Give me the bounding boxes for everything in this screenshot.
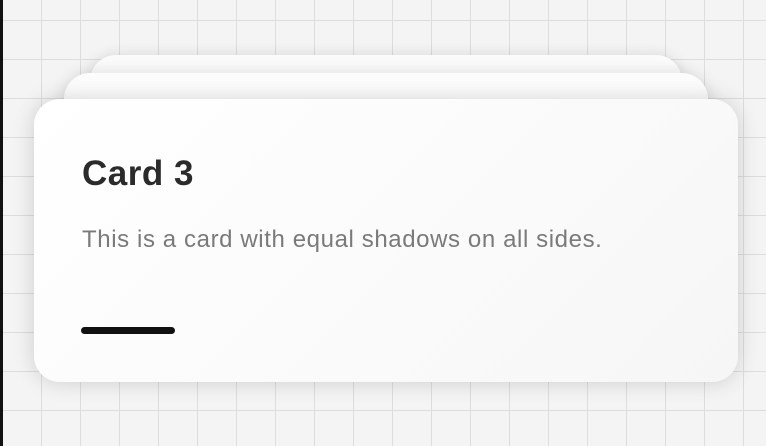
card-3[interactable]: Card 3 This is a card with equal shadows… <box>34 99 738 382</box>
window-edge <box>0 0 3 446</box>
card-accent-bar <box>81 327 175 334</box>
card-title: Card 3 <box>82 154 194 193</box>
card-description: This is a card with equal shadows on all… <box>82 226 603 253</box>
